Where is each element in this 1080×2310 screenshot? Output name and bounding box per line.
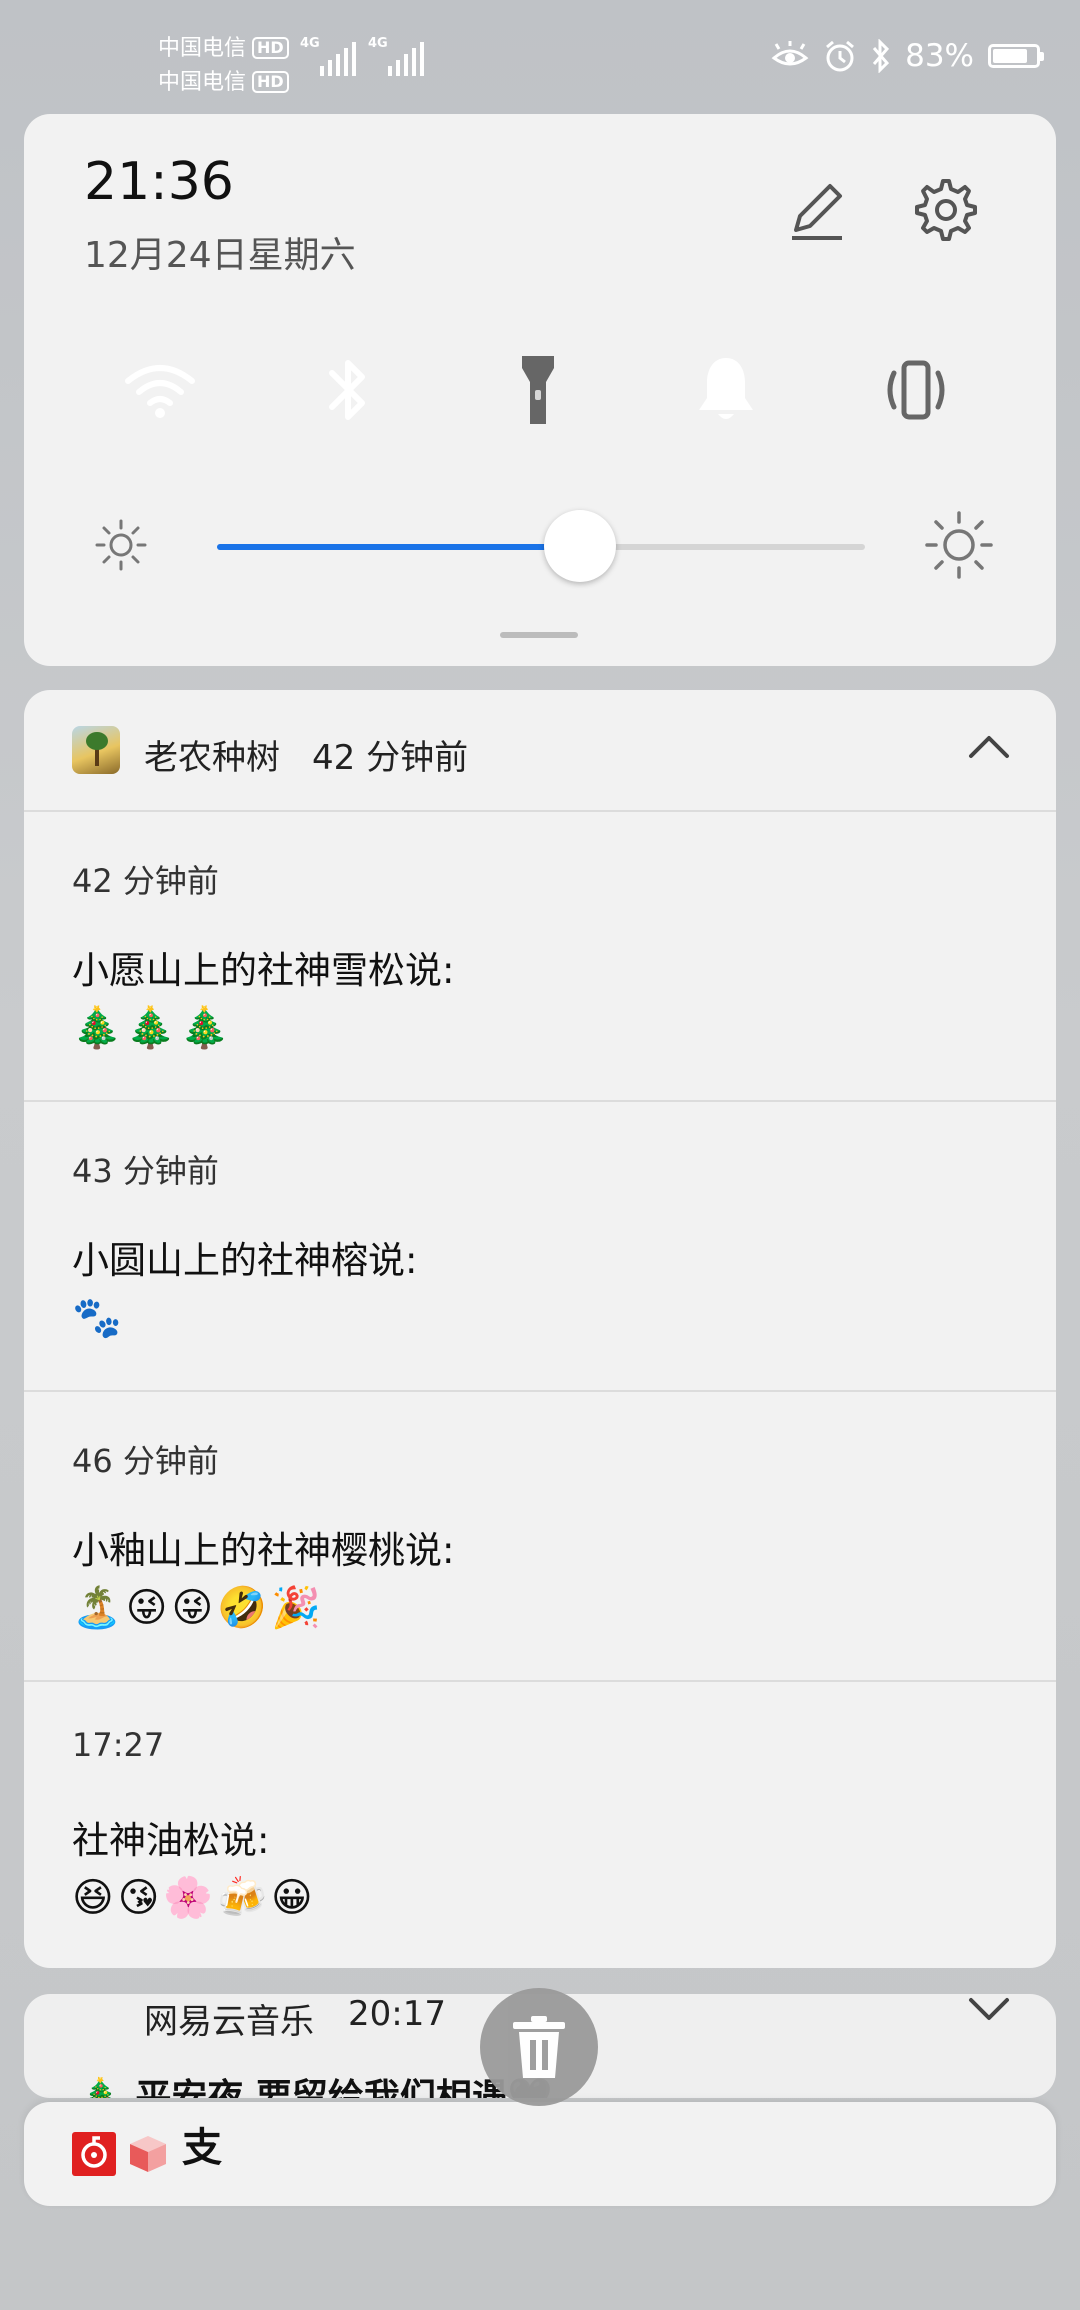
status-bar: 中国电信 HD 中国电信 HD 4G 4G 83% [0,0,1080,110]
notification-item[interactable]: 46 分钟前 小釉山上的社神樱桃说: 🏝️😜😜🤣🎉 [24,1390,1056,1682]
quick-settings-panel: 21:36 12月24日星期六 [24,114,1056,666]
edit-pencil-icon[interactable] [782,176,850,244]
drag-handle[interactable] [500,632,578,638]
vibrate-icon [887,360,945,420]
carrier-1: 中国电信 HD [158,30,289,62]
sound-toggle[interactable] [654,318,798,462]
red-box-icon [130,2136,166,2172]
notification-body: 🐾 [72,1295,126,1341]
app-name: 老农种树 [144,738,280,778]
brightness-thumb[interactable] [543,510,616,582]
app-time: 42 分钟前 [312,738,469,778]
notification-title: 小愿山上的社神雪松说: [72,949,455,992]
chevron-up-icon[interactable] [968,732,1010,760]
bluetooth-icon [872,39,890,73]
battery-charging-icon [988,44,1044,68]
brightness-fill [217,544,580,550]
flashlight-icon [522,356,554,424]
flashlight-toggle[interactable] [466,318,610,462]
vibrate-toggle[interactable] [844,318,988,462]
bell-icon [699,358,753,419]
notification-item[interactable]: 17:27 社神油松说: 😆😘🌸🍻😀 [24,1680,1056,1968]
notification-time: 17:27 [72,1726,165,1764]
hd-badge-2: HD [252,71,289,93]
hd-badge-1: HD [252,37,289,59]
settings-gear-icon[interactable] [912,176,980,244]
brightness-low-icon [95,519,147,571]
notification-title: 小圆山上的社神榕说: [72,1239,418,1282]
notification-title: 小釉山上的社神樱桃说: [72,1529,455,1572]
wifi-toggle[interactable] [88,318,232,462]
notification-item[interactable]: 43 分钟前 小圆山上的社神榕说: 🐾 [24,1100,1056,1392]
bluetooth-icon [329,360,365,420]
clear-all-button[interactable] [480,1988,598,2106]
bluetooth-toggle[interactable] [276,318,420,462]
notification-body: 🎄🎄🎄 [72,1005,234,1051]
alarm-icon [826,40,855,72]
notification-item[interactable]: 42 分钟前 小愿山上的社神雪松说: 🎄🎄🎄 [24,810,1056,1102]
date: 12月24日星期六 [84,235,356,276]
music-song-title: 🎄 平安夜 要留给我们相遇🖤 [78,2077,553,2098]
wifi-icon [125,365,195,418]
eye-comfort-icon [771,41,809,66]
notification-time: 46 分钟前 [72,1442,219,1480]
brightness-slider[interactable] [217,510,865,582]
notification-time: 42 分钟前 [72,862,219,900]
notification-header[interactable]: 老农种树 42 分钟前 [24,690,1056,812]
alipay-icon: 支 [182,2125,222,2171]
brightness-high-icon [925,511,993,579]
collapsed-notifications-bar[interactable]: 支 [24,2102,1056,2206]
music-app-name: 网易云音乐 [144,2002,314,2042]
status-right: 83% [771,38,1044,74]
netease-music-icon [72,2132,116,2176]
notification-body: 😆😘🌸🍻😀 [72,1875,317,1921]
app-icon-laonong [72,726,120,774]
notification-title: 社神油松说: [72,1819,270,1862]
trash-icon [513,2016,565,2078]
carrier-2: 中国电信 HD [158,64,289,96]
notification-time: 43 分钟前 [72,1152,219,1190]
notification-body: 🏝️😜😜🤣🎉 [72,1585,325,1631]
battery-percent: 83% [905,38,974,74]
clock: 21:36 [84,152,234,212]
chevron-down-icon[interactable] [968,1996,1010,2024]
notification-group[interactable]: 老农种树 42 分钟前 42 分钟前 小愿山上的社神雪松说: 🎄🎄🎄 43 分钟… [24,690,1056,1968]
music-time: 20:17 [348,1994,446,2034]
